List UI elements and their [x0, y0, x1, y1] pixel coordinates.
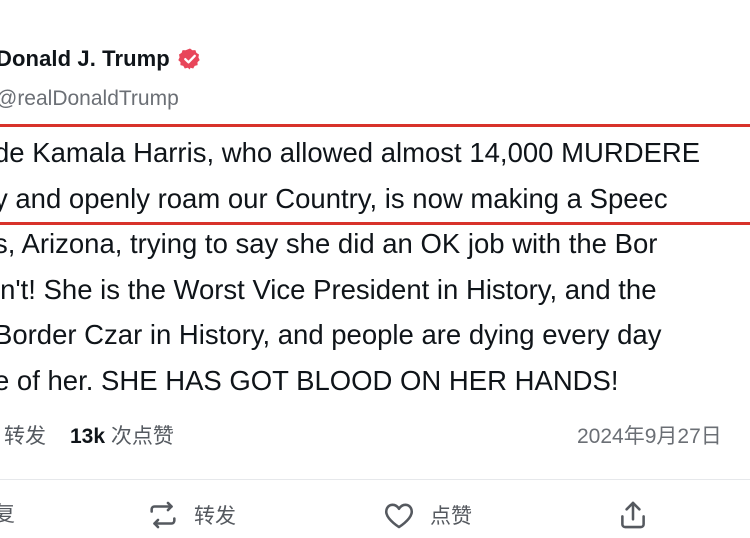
post-line: Border Czar in History, and people are d…	[0, 319, 662, 350]
highlight-rule-top	[0, 124, 750, 127]
post-body: de Kamala Harris, who allowed almost 14,…	[0, 130, 750, 403]
author-handle[interactable]: @realDonaldTrump	[0, 87, 179, 111]
post-line: ln't! She is the Worst Vice President in…	[0, 273, 657, 305]
post-timestamp[interactable]: 2024年9月27日	[577, 420, 722, 450]
post-author[interactable]: Donald J. Trump	[0, 46, 202, 72]
author-display-name[interactable]: Donald J. Trump	[0, 46, 170, 72]
action-bar: 复 转发 点赞	[0, 498, 750, 538]
share-button[interactable]	[616, 498, 650, 532]
post-line: de Kamala Harris, who allowed almost 14,…	[0, 137, 701, 168]
post-line: y and openly roam our Country, is now ma…	[0, 182, 668, 214]
repost-label: 转发	[194, 505, 236, 528]
share-icon	[621, 501, 645, 529]
heart-icon	[385, 503, 413, 529]
like-count-number: 13k	[70, 425, 106, 448]
repost-button[interactable]: 转发	[146, 498, 236, 532]
like-count-label: 次点赞	[110, 425, 174, 448]
reply-label: 复	[0, 503, 15, 526]
post-stats: 转发 13k 次点赞 2024年9月27日	[0, 420, 750, 450]
post-line: s, Arizona, trying to say she did an OK …	[0, 228, 658, 259]
reply-button[interactable]: 复	[0, 498, 15, 528]
like-label: 点赞	[430, 505, 472, 528]
repost-icon	[150, 501, 176, 529]
repost-count-label[interactable]: 转发	[4, 420, 46, 450]
divider	[0, 479, 750, 480]
like-button[interactable]: 点赞	[382, 498, 472, 532]
like-count[interactable]: 13k 次点赞	[70, 420, 174, 450]
verified-badge-icon	[178, 48, 200, 70]
post-line: e of her. SHE HAS GOT BLOOD ON HER HANDS…	[0, 364, 619, 396]
